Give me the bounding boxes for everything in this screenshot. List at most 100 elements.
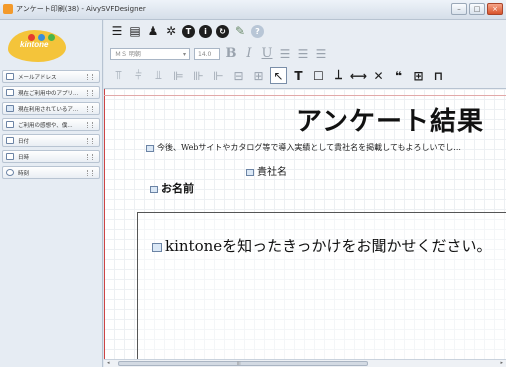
- barcode-tool-icon[interactable]: ⊓: [430, 67, 447, 84]
- gear-icon[interactable]: ✲: [164, 24, 178, 38]
- align-bottom-icon[interactable]: ⫫: [150, 67, 167, 84]
- scroll-right-icon[interactable]: ▸: [500, 360, 503, 367]
- close-button[interactable]: ×: [487, 3, 503, 15]
- sidebar-item-label: メールアドレス: [18, 75, 57, 81]
- sidebar-item-label: 現在利用されているア...: [18, 107, 79, 113]
- checkbox-icon: [6, 105, 14, 112]
- sidebar-item-datetime[interactable]: 日時: [2, 150, 100, 163]
- help-icon[interactable]: ?: [251, 24, 264, 38]
- toolbar-row-3: ⫪ ⫩ ⫫ ⊫ ⊪ ⊩ ⊟ ⊞ ↖ T ☐ ⟘ ⟷ ✕ ❝ ⊞ ⊓: [110, 67, 447, 84]
- underline-button[interactable]: U: [260, 46, 274, 61]
- sidebar-item-label: 日付: [18, 139, 30, 145]
- italic-button[interactable]: I: [242, 46, 256, 61]
- name-text: お名前: [161, 182, 194, 195]
- clock-icon: [6, 169, 14, 176]
- align-left-icon[interactable]: ☰: [278, 47, 292, 61]
- field-list: メールアドレス 現在ご利用中のアプリ... 現在利用されているア... ご利用の…: [2, 70, 100, 182]
- horizontal-scrollbar[interactable]: ◂ III ▸: [104, 359, 506, 367]
- align-middle-icon[interactable]: ⫩: [130, 67, 147, 84]
- page-top-margin: [104, 95, 506, 96]
- sidebar-item-time[interactable]: 時刻: [2, 166, 100, 179]
- same-width-icon[interactable]: ⊟: [230, 67, 247, 84]
- user-icon[interactable]: ♟: [146, 24, 160, 38]
- text-tool-button[interactable]: T: [290, 67, 307, 84]
- maximize-button[interactable]: □: [469, 3, 485, 15]
- font-family-value: ＭＳ 明朝: [115, 50, 141, 58]
- font-family-select[interactable]: ＭＳ 明朝 ▾: [110, 47, 190, 60]
- scrollbar-grip: III: [237, 361, 241, 366]
- minimize-button[interactable]: –: [451, 3, 467, 15]
- list-icon[interactable]: ☰: [110, 24, 124, 38]
- align-right-icon[interactable]: ☰: [314, 47, 328, 61]
- publish-consent-field[interactable]: 今後、Webサイトやカタログ等で導入実績として貴社名を掲載してもよろしいでし..…: [146, 142, 461, 153]
- bold-button[interactable]: B: [224, 46, 238, 61]
- pointer-tool-icon[interactable]: ↖: [270, 67, 287, 84]
- chevron-down-icon: ▾: [182, 50, 186, 58]
- grid-tool-icon[interactable]: ⊞: [410, 67, 427, 84]
- cross-tool-icon[interactable]: ✕: [370, 67, 387, 84]
- calendar-icon: [6, 137, 14, 144]
- sidebar-item-label: 時刻: [18, 171, 30, 177]
- window-title: アンケート印刷(38) - AivySVFDesigner: [16, 5, 146, 13]
- table-layout-icon[interactable]: ▤: [128, 24, 142, 38]
- question-text: kintoneを知ったきっかけをお聞かせください。: [165, 237, 492, 255]
- app-icon: [3, 4, 13, 14]
- drag-handle-icon[interactable]: [87, 74, 93, 80]
- field-marker-icon: [150, 185, 158, 193]
- drag-handle-icon[interactable]: [87, 154, 93, 160]
- logo-dot-green: [48, 34, 55, 41]
- field-marker-icon: [146, 144, 154, 152]
- field-marker-icon: [246, 169, 254, 176]
- rectangle-tool-icon[interactable]: ☐: [310, 67, 327, 84]
- company-name-field[interactable]: 貴社名: [246, 163, 287, 178]
- horizontal-line-tool-icon[interactable]: ⟷: [350, 67, 367, 84]
- align-right-edge-icon[interactable]: ⊩: [210, 67, 227, 84]
- table-icon: [6, 89, 14, 96]
- align-left-edge-icon[interactable]: ⊫: [170, 67, 187, 84]
- drag-handle-icon[interactable]: [87, 170, 93, 176]
- survey-title[interactable]: アンケート結果: [296, 101, 484, 138]
- name-field[interactable]: お名前: [150, 180, 194, 196]
- design-canvas[interactable]: アンケート結果 今後、Webサイトやカタログ等で導入実績として貴社名を掲載しても…: [104, 88, 506, 359]
- quote-tool-icon[interactable]: ❝: [390, 67, 407, 84]
- info-icon[interactable]: i: [199, 24, 212, 38]
- window-controls: – □ ×: [451, 3, 503, 15]
- title-bar: アンケート印刷(38) - AivySVFDesigner – □ ×: [0, 0, 506, 20]
- text-circle-icon[interactable]: T: [182, 24, 195, 38]
- drag-handle-icon[interactable]: [87, 106, 93, 112]
- scrollbar-thumb[interactable]: III: [118, 361, 368, 366]
- sidebar-item-current-app[interactable]: 現在ご利用中のアプリ...: [2, 86, 100, 99]
- drag-handle-icon[interactable]: [87, 122, 93, 128]
- calendar-icon: [6, 153, 14, 160]
- vertical-line-tool-icon[interactable]: ⟘: [330, 67, 347, 84]
- align-center-icon[interactable]: ☰: [296, 47, 310, 61]
- question-field[interactable]: kintoneを知ったきっかけをお聞かせください。: [152, 235, 492, 256]
- logo-text: kintone: [20, 40, 49, 49]
- drag-handle-icon[interactable]: [87, 90, 93, 96]
- sidebar-item-currently-used[interactable]: 現在利用されているア...: [2, 102, 100, 115]
- same-height-icon[interactable]: ⊞: [250, 67, 267, 84]
- toolbar-row-1: ☰ ▤ ♟ ✲ T i ↻ ✎ ?: [110, 24, 264, 38]
- publish-consent-text: 今後、Webサイトやカタログ等で導入実績として貴社名を掲載してもよろしいでし..…: [157, 143, 461, 152]
- question-box[interactable]: kintoneを知ったきっかけをお聞かせください。: [137, 212, 506, 359]
- font-size-value: 14.0: [198, 50, 212, 58]
- sidebar-item-impressions[interactable]: ご利用の感想や、僕...: [2, 118, 100, 131]
- sidebar-item-label: 現在ご利用中のアプリ...: [18, 91, 79, 97]
- toolbar: ☰ ▤ ♟ ✲ T i ↻ ✎ ? ＭＳ 明朝 ▾ 14.0 B I U ☰ ☰…: [104, 20, 506, 88]
- align-top-icon[interactable]: ⫪: [110, 67, 127, 84]
- sidebar-item-label: 日時: [18, 155, 30, 161]
- sidebar-item-label: ご利用の感想や、僕...: [18, 123, 73, 129]
- sidebar-item-email[interactable]: メールアドレス: [2, 70, 100, 83]
- field-sidebar: kintone メールアドレス 現在ご利用中のアプリ... 現在利用されているア…: [0, 20, 103, 367]
- kintone-logo: kintone: [8, 26, 68, 66]
- company-name-text: 貴社名: [257, 167, 287, 178]
- refresh-icon[interactable]: ↻: [216, 24, 229, 38]
- font-size-select[interactable]: 14.0: [194, 47, 220, 60]
- distribute-icon[interactable]: ⊪: [190, 67, 207, 84]
- page-left-margin: [104, 89, 105, 359]
- field-marker-icon: [152, 242, 162, 252]
- edit-icon[interactable]: ✎: [233, 24, 247, 38]
- sidebar-item-date[interactable]: 日付: [2, 134, 100, 147]
- drag-handle-icon[interactable]: [87, 138, 93, 144]
- scroll-left-icon[interactable]: ◂: [107, 360, 110, 367]
